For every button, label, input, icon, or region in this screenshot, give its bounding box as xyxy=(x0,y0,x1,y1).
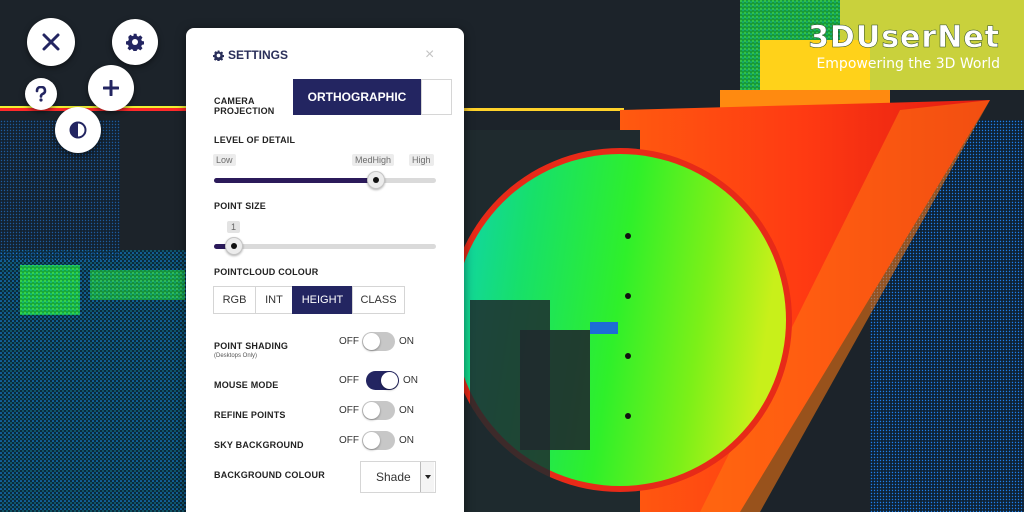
point-shading-toggle[interactable] xyxy=(362,332,395,351)
refine-points-off-label: OFF xyxy=(339,405,359,416)
sky-background-toggle-row: OFF ON xyxy=(339,431,414,450)
background-colour-value: Shade xyxy=(376,470,411,484)
refine-points-toggle[interactable] xyxy=(362,401,395,420)
lod-slider-thumb[interactable] xyxy=(367,171,386,189)
point-size-slider-track[interactable] xyxy=(214,244,436,249)
add-button[interactable] xyxy=(88,65,134,111)
settings-close-icon[interactable]: × xyxy=(425,47,434,63)
lod-slider-track[interactable] xyxy=(214,178,436,183)
mouse-mode-toggle-row: OFF ON xyxy=(339,371,418,390)
contrast-button[interactable] xyxy=(55,107,101,153)
close-icon xyxy=(42,33,60,51)
point-shading-sublabel: (Desktops Only) xyxy=(214,353,258,359)
gear-icon xyxy=(213,49,224,61)
brand-logo: 3DUserNet Empowering the 3D World xyxy=(808,20,1000,72)
chevron-down-icon[interactable] xyxy=(420,462,434,492)
brand-tagline: Empowering the 3D World xyxy=(816,56,1000,72)
point-shading-on-label: ON xyxy=(399,336,414,347)
perspective-button[interactable] xyxy=(421,79,452,115)
refine-points-on-label: ON xyxy=(399,405,414,416)
settings-button[interactable] xyxy=(112,19,158,65)
point-shading-toggle-row: OFF ON xyxy=(339,332,414,351)
orthographic-button[interactable]: ORTHOGRAPHIC xyxy=(293,79,421,115)
level-of-detail-label: LEVEL OF DETAIL xyxy=(214,135,296,145)
question-icon xyxy=(35,86,47,102)
lod-tick-low: Low xyxy=(213,154,236,166)
refine-points-label: REFINE POINTS xyxy=(214,410,286,420)
camera-projection-label: CAMERA PROJECTION xyxy=(214,96,275,116)
help-button[interactable] xyxy=(25,78,57,110)
mouse-mode-label: MOUSE MODE xyxy=(214,380,279,390)
lod-tick-medhigh: MedHigh xyxy=(352,154,395,166)
point-shading-label: POINT SHADING xyxy=(214,341,289,351)
pointcloud-viewport[interactable]: 3DUserNet Empowering the 3D World SETTIN… xyxy=(0,0,1024,512)
mouse-mode-toggle[interactable] xyxy=(366,371,399,390)
contrast-icon xyxy=(69,121,87,139)
point-shading-off-label: OFF xyxy=(339,336,359,347)
colour-option-int[interactable]: INT xyxy=(255,286,293,314)
mouse-mode-off-label: OFF xyxy=(339,375,359,386)
point-size-value: 1 xyxy=(227,221,241,233)
brand-name: 3DUserNet xyxy=(808,20,1000,55)
plus-icon xyxy=(103,80,119,96)
sky-background-toggle[interactable] xyxy=(362,431,395,450)
close-button[interactable] xyxy=(27,18,75,66)
lod-slider-fill xyxy=(214,178,377,183)
sky-background-on-label: ON xyxy=(399,435,414,446)
point-size-slider-thumb[interactable] xyxy=(224,237,243,255)
pointcloud-colour-group: RGB INT HEIGHT CLASS xyxy=(213,286,405,314)
settings-panel: SETTINGS × CAMERA PROJECTION ORTHOGRAPHI… xyxy=(186,28,464,512)
background-colour-label: BACKGROUND COLOUR xyxy=(214,470,325,480)
colour-option-class[interactable]: CLASS xyxy=(352,286,405,314)
point-size-label: POINT SIZE xyxy=(214,201,267,211)
sky-background-label: SKY BACKGROUND xyxy=(214,440,304,450)
settings-title-text: SETTINGS xyxy=(228,48,289,62)
colour-option-rgb[interactable]: RGB xyxy=(213,286,256,314)
lod-tick-high: High xyxy=(409,154,434,166)
pointcloud-render[interactable] xyxy=(0,0,1024,512)
colour-option-height[interactable]: HEIGHT xyxy=(292,286,353,314)
mouse-mode-on-label: ON xyxy=(403,375,418,386)
settings-title: SETTINGS xyxy=(213,48,288,62)
background-colour-select[interactable]: Shade xyxy=(360,461,436,493)
sky-background-off-label: OFF xyxy=(339,435,359,446)
pointcloud-colour-label: POINTCLOUD COLOUR xyxy=(214,267,319,277)
gear-icon xyxy=(126,33,144,51)
refine-points-toggle-row: OFF ON xyxy=(339,401,414,420)
